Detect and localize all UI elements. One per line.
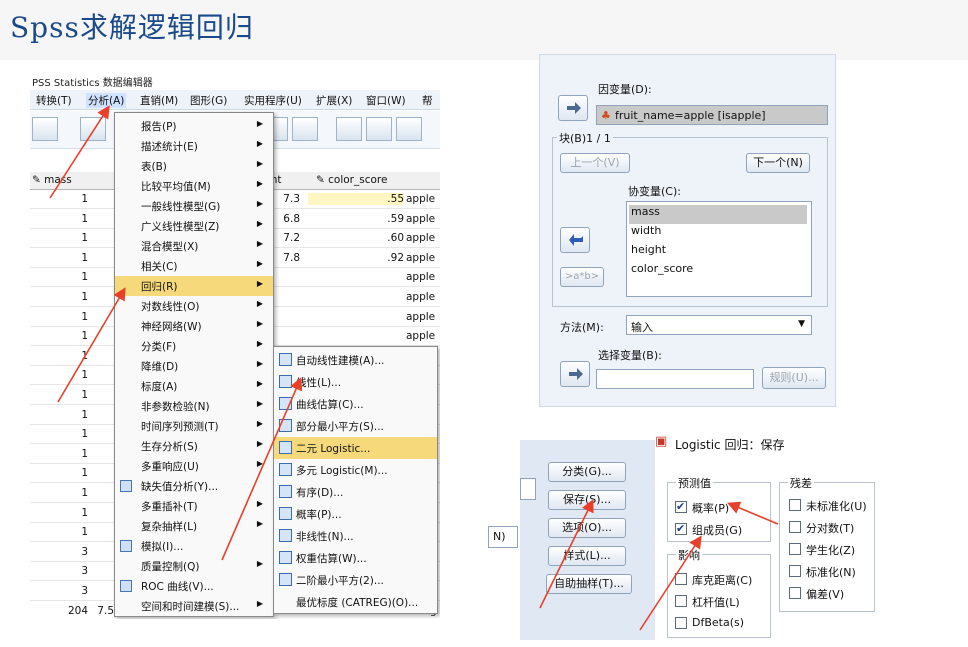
annotation-arrow <box>639 535 702 631</box>
annotation-arrow <box>539 499 594 609</box>
annotation-arrow <box>57 287 126 403</box>
annotation-arrow <box>221 377 303 561</box>
annotation-arrow <box>727 501 779 525</box>
annotation-arrows <box>49 105 779 631</box>
annotation-arrow <box>49 105 110 199</box>
